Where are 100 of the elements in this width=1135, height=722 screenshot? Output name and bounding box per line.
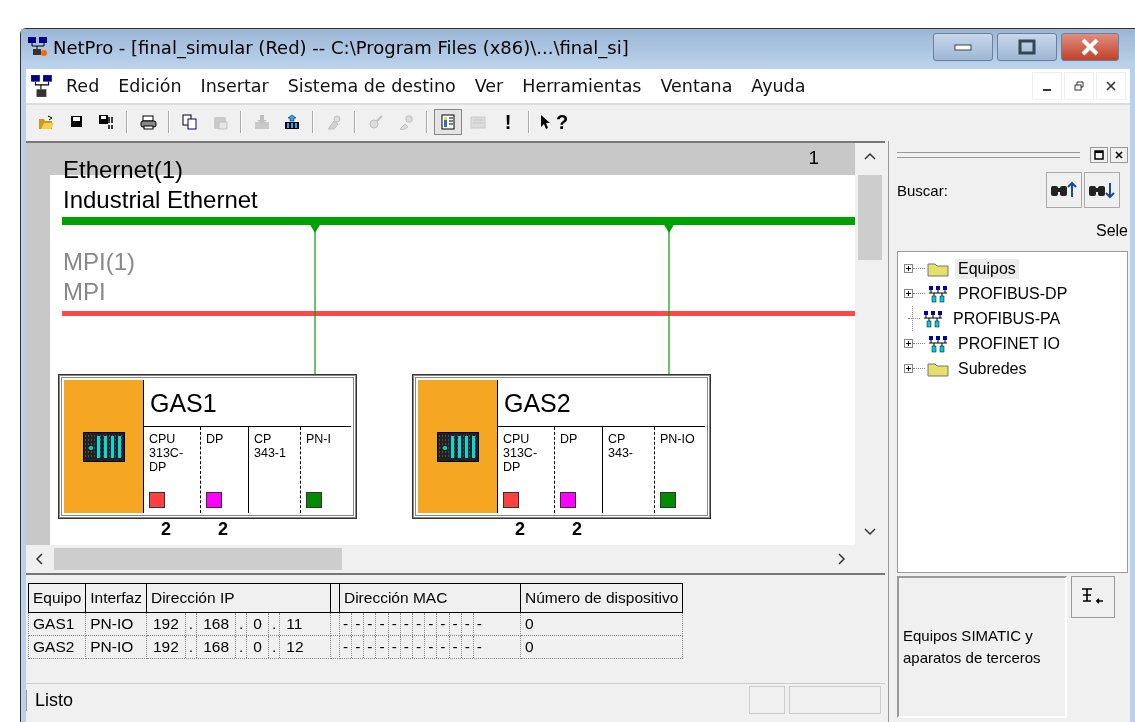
network-icon (927, 334, 949, 353)
scroll-right-icon[interactable] (837, 552, 847, 566)
mac-part: - (475, 614, 484, 634)
network-icon (922, 309, 944, 328)
mac-part: - (388, 613, 401, 635)
scroll-thumb[interactable] (858, 175, 882, 260)
mac-part: - (364, 613, 377, 635)
expand-icon[interactable] (904, 339, 913, 348)
minimize-icon (953, 43, 973, 51)
key-icon (367, 113, 385, 130)
mac-part: - (461, 636, 474, 658)
menu-item[interactable]: Herramientas (522, 76, 642, 96)
network-icon (927, 284, 949, 303)
tree-item[interactable]: PROFIBUS-PA (950, 308, 1064, 329)
mac-part: - (376, 636, 389, 658)
node-address: 2 (572, 519, 582, 539)
column-header[interactable]: Interfaz (85, 583, 147, 613)
status-text: Listo (26, 689, 74, 711)
folder-icon (37, 113, 55, 130)
toolbar-button[interactable]: ? (536, 108, 572, 135)
binoculars-icon (1050, 180, 1078, 200)
ip-part: . (268, 636, 281, 658)
mac-part: - (339, 613, 353, 635)
station-box[interactable]: GAS1 CPU 313C- DP DP CP 343-1 PN-I (59, 375, 356, 518)
tree-item[interactable]: PROFIBUS-DP (955, 283, 1071, 304)
mac-part: - (461, 613, 474, 635)
maximize-button[interactable] (997, 33, 1057, 61)
mac-part: - (475, 637, 484, 657)
menu-item[interactable]: Red (66, 76, 100, 96)
port-square[interactable] (206, 492, 222, 508)
station-name: GAS2 (498, 380, 705, 427)
mac-part: - (376, 613, 389, 635)
tree-item[interactable]: PROFINET IO (955, 333, 1063, 354)
mac-part: - (425, 613, 438, 635)
mac-part: - (400, 613, 413, 635)
module-label: CP 343-1 (254, 432, 287, 460)
column-header[interactable]: Número de dispositivo (520, 583, 683, 613)
close-icon (1079, 38, 1101, 56)
node-address: 2 (515, 519, 525, 539)
search-up-button[interactable] (1046, 172, 1082, 208)
rack-icon (82, 431, 125, 462)
node-address: 2 (218, 519, 228, 539)
mac-part: - (352, 636, 365, 658)
close-icon (1114, 150, 1124, 160)
menu-item[interactable]: Ver (474, 76, 504, 96)
ip-part: 192 (146, 613, 186, 635)
table-cell: PN-IO (85, 612, 147, 636)
scroll-thumb[interactable] (54, 548, 342, 570)
rack-icon (436, 431, 479, 462)
profile-label: Sele (1095, 222, 1128, 240)
mac-part: - (413, 636, 426, 658)
search-down-button[interactable] (1084, 172, 1120, 208)
toggle-button[interactable] (1071, 576, 1115, 618)
expand-icon[interactable] (904, 264, 913, 273)
scroll-up-icon[interactable] (863, 151, 877, 161)
close-button[interactable] (1110, 147, 1128, 163)
menu-item[interactable]: Edición (118, 76, 182, 96)
menu-item[interactable]: Insertar (200, 76, 269, 96)
close-icon (1106, 81, 1116, 91)
table-cell: 0 (520, 612, 683, 636)
column-header[interactable]: Dirección IP (146, 583, 331, 613)
tree-item[interactable]: Subredes (955, 358, 1030, 379)
window-title: NetPro - [final_simular (Red) -- C:\Program Files (x86)\...\final_si] (53, 36, 629, 58)
scroll-left-icon[interactable] (34, 552, 44, 566)
maximize-icon (1017, 39, 1037, 55)
expand-icon[interactable] (904, 364, 913, 373)
menu-item[interactable]: Ventana (660, 76, 733, 96)
mac-part: - (364, 636, 377, 658)
expand-icon[interactable] (904, 289, 913, 298)
copy-icon (181, 113, 199, 130)
menu-item[interactable]: Sistema de destino (287, 76, 456, 96)
port-square[interactable] (503, 492, 519, 508)
tree-item[interactable]: Equipos (955, 258, 1019, 279)
column-header[interactable]: Dirección MAC (339, 583, 521, 613)
page-number: 1 (808, 147, 819, 169)
pen-icon (325, 113, 343, 130)
node-address: 2 (161, 519, 171, 539)
port-square[interactable] (149, 492, 165, 508)
menu-item[interactable]: Ayuda (751, 76, 806, 96)
mac-part: - (339, 636, 353, 658)
module-label: PN-I (306, 432, 332, 446)
port-square[interactable] (306, 492, 322, 508)
scroll-down-icon[interactable] (863, 527, 877, 537)
upload-icon (283, 113, 301, 130)
printer-icon (139, 113, 157, 130)
ip-part: . (236, 636, 248, 658)
port-square[interactable] (560, 492, 576, 508)
download-icon (253, 113, 271, 130)
port-square[interactable] (660, 492, 676, 508)
status-pane (749, 686, 785, 714)
folder-icon (927, 260, 949, 277)
ip-part: 168 (197, 613, 237, 635)
station-box[interactable]: GAS2 CPU 313C- DP DP CP 343- PN-IO (413, 375, 710, 518)
minimize-button[interactable] (933, 33, 993, 61)
toolbar-button[interactable]: ! (494, 108, 522, 135)
table-cell: 0 (520, 635, 683, 659)
mac-part: - (437, 613, 450, 635)
table-icon (439, 113, 457, 130)
restore-button[interactable] (1090, 147, 1108, 163)
column-header[interactable]: Equipo (28, 583, 86, 613)
